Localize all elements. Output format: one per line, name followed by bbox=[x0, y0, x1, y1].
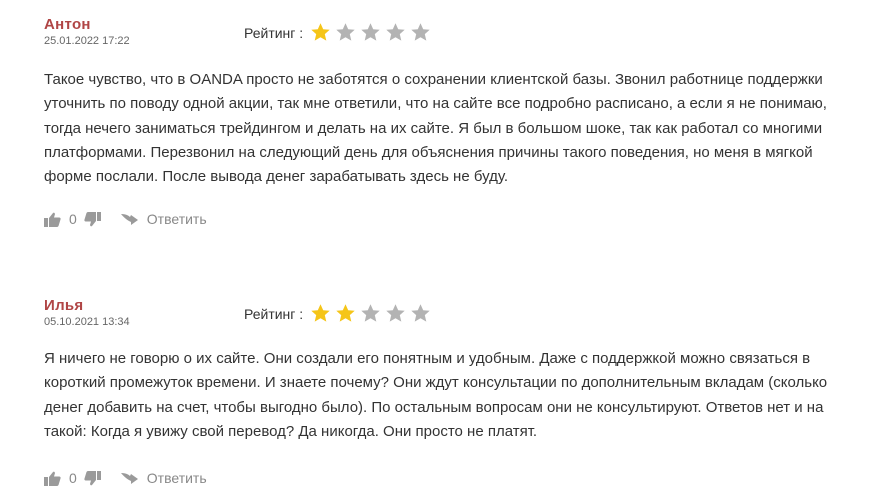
review-date: 25.01.2022 17:22 bbox=[44, 35, 130, 47]
rating-label: Рейтинг : bbox=[244, 305, 304, 322]
reply-button[interactable]: Ответить bbox=[120, 470, 207, 486]
review-text: Я ничего не говорю о их сайте. Они созда… bbox=[44, 350, 828, 440]
star-icon bbox=[360, 22, 381, 43]
rating-stars bbox=[310, 303, 435, 324]
review-author: Антон bbox=[44, 16, 91, 33]
reply-arrow-icon bbox=[120, 472, 139, 485]
star-icon bbox=[385, 22, 406, 43]
review-rating: Рейтинг : bbox=[244, 22, 435, 43]
star-icon bbox=[385, 303, 406, 324]
review-text: Такое чувство, что в OANDA просто не заб… bbox=[44, 71, 827, 186]
review-author: Илья bbox=[44, 297, 84, 314]
review-date: 05.10.2021 13:34 bbox=[44, 316, 130, 328]
star-icon bbox=[335, 22, 356, 43]
star-icon bbox=[310, 22, 331, 43]
thumbs-up-icon[interactable] bbox=[44, 212, 61, 227]
review-rating: Рейтинг : bbox=[244, 303, 435, 324]
star-icon bbox=[360, 303, 381, 324]
star-icon bbox=[310, 303, 331, 324]
like-count: 0 bbox=[69, 470, 77, 486]
reply-label: Ответить bbox=[146, 211, 207, 227]
thumbs-up-icon[interactable] bbox=[44, 471, 61, 486]
rating-label: Рейтинг : bbox=[244, 24, 304, 41]
thumbs-down-icon[interactable] bbox=[84, 211, 101, 227]
star-icon bbox=[410, 303, 431, 324]
reply-arrow-icon bbox=[120, 213, 139, 226]
review-actions: 0 Ответить bbox=[44, 470, 207, 486]
review-actions: 0 Ответить bbox=[44, 211, 207, 227]
star-icon bbox=[335, 303, 356, 324]
reply-button[interactable]: Ответить bbox=[120, 211, 207, 227]
thumbs-down-icon[interactable] bbox=[84, 470, 101, 486]
star-icon bbox=[410, 22, 431, 43]
like-count: 0 bbox=[69, 211, 77, 227]
rating-stars bbox=[310, 22, 435, 43]
reply-label: Ответить bbox=[146, 470, 207, 486]
